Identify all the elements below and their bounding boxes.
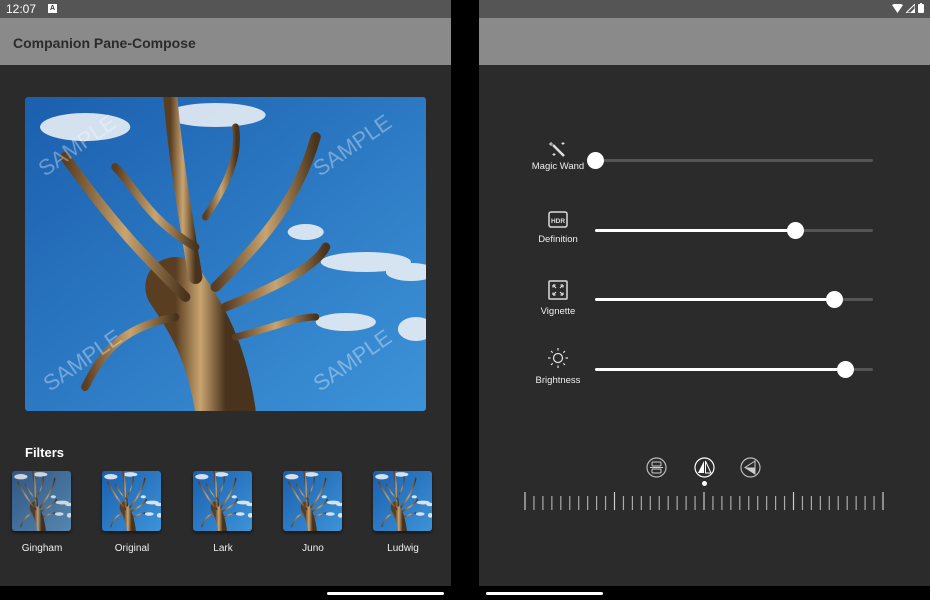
right-pane: Magic Wand HDR Definition Vignette Brightnes… <box>479 0 930 586</box>
brightness-icon <box>548 348 568 368</box>
filters-heading: Filters <box>25 445 65 460</box>
slider-fill <box>595 368 846 371</box>
filter-thumbnail-ludwig[interactable] <box>373 471 432 531</box>
control-label: Magic Wand <box>531 161 585 172</box>
home-indicator-left[interactable] <box>327 592 444 595</box>
filter-thumbnail-juno[interactable] <box>283 471 342 531</box>
filter-label[interactable]: Lark <box>178 543 268 554</box>
slider-thumb[interactable] <box>837 361 855 378</box>
flip-vertical-icon <box>646 457 667 478</box>
app-title: Companion Pane-Compose <box>13 35 196 51</box>
magic-wand-icon <box>548 140 568 160</box>
flip-vertical-button[interactable] <box>646 457 667 478</box>
selected-mode-indicator <box>702 481 707 486</box>
battery-icon <box>918 3 924 13</box>
left-pane: 12:07 A Companion Pane-Compose SAMPLE SA… <box>0 0 451 586</box>
flip-horizontal-button[interactable] <box>694 457 715 478</box>
filter-label[interactable]: Ludwig <box>358 543 448 554</box>
slider-fill <box>595 298 835 301</box>
filter-thumbnail-gingham[interactable] <box>12 471 71 531</box>
flip-horizontal-icon <box>694 457 715 478</box>
status-bar-right <box>479 0 930 18</box>
magic-wand-slider[interactable] <box>587 152 873 169</box>
rotation-ruler[interactable] <box>523 490 889 514</box>
status-bar: 12:07 A <box>0 0 451 18</box>
brightness-slider[interactable] <box>595 361 873 378</box>
slider-fill <box>595 229 796 232</box>
wifi-icon <box>892 3 903 13</box>
slider-thumb[interactable] <box>826 291 844 308</box>
a-icon: A <box>48 4 57 13</box>
slider-thumb[interactable] <box>587 152 604 169</box>
slider-thumb[interactable] <box>787 222 805 239</box>
perspective-icon <box>740 457 761 478</box>
app-bar-right <box>479 18 930 65</box>
signal-icon <box>906 3 915 13</box>
vignette-slider[interactable] <box>595 291 873 308</box>
filter-label[interactable]: Gingham <box>0 543 87 554</box>
vignette-icon <box>548 280 568 300</box>
control-label: Vignette <box>540 306 576 317</box>
home-indicator-right[interactable] <box>486 592 603 595</box>
status-time: 12:07 <box>6 2 37 16</box>
control-label: Brightness <box>535 375 581 386</box>
filter-thumbnail-lark[interactable] <box>193 471 252 531</box>
filter-label[interactable]: Juno <box>268 543 358 554</box>
perspective-button[interactable] <box>740 457 761 478</box>
hero-image: SAMPLE SAMPLE SAMPLE SAMPLE <box>25 97 426 411</box>
svg-text:HDR: HDR <box>551 218 565 225</box>
hdr-icon: HDR <box>548 210 568 230</box>
app-bar: Companion Pane-Compose <box>0 18 451 65</box>
filter-label[interactable]: Original <box>87 543 177 554</box>
definition-slider[interactable] <box>595 222 873 239</box>
filter-thumbnail-original[interactable] <box>102 471 161 531</box>
control-label: Definition <box>538 234 578 245</box>
